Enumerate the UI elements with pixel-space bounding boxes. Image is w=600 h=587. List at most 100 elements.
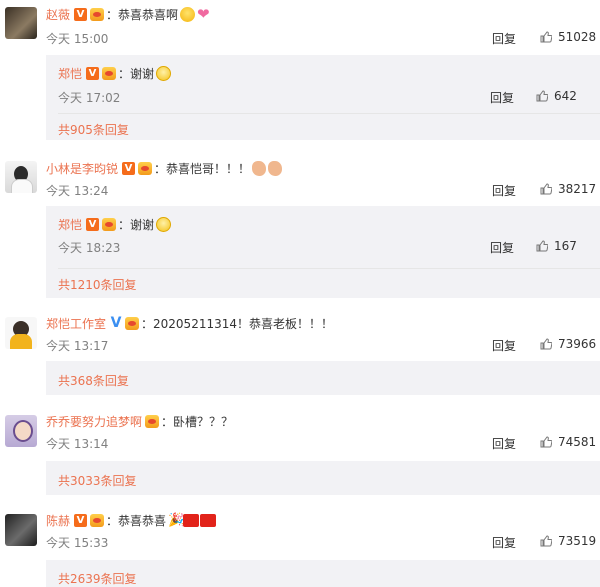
reply-button[interactable]: 回复 [492,337,516,354]
username[interactable]: 陈赫 [46,512,70,529]
like-count: 38217 [558,182,597,196]
reply-button[interactable]: 回复 [492,534,516,551]
username[interactable]: 乔乔要努力追梦啊 [46,413,142,430]
comment-time: 今天 15:33 [46,536,109,550]
reply-box: 郑恺 V ：谢谢 今天 18:23 回复 167 共1210条回复 [46,206,600,298]
party-popper-emoji-icon: 🎉 [168,512,185,528]
reply-button[interactable]: 回复 [490,89,514,106]
like-button[interactable]: 642 [536,89,577,103]
comment-item: 赵薇 V ：恭喜恭喜啊 ❤ 今天 15:00 回复 51028 郑恺 V ：谢谢… [0,4,600,144]
comment-item: 郑恺工作室 V ：20205211314！恭喜老板！！！ 今天 13:17 回复… [0,313,600,395]
more-replies-link[interactable]: 共368条回复 [58,372,129,389]
avatar[interactable] [5,514,37,546]
vip-crown-icon [90,7,105,21]
more-replies-link[interactable]: 共905条回复 [58,121,129,138]
like-count: 73519 [558,534,597,548]
comment-item: 乔乔要努力追梦啊 ：卧槽？？？ 今天 13:14 回复 74581 共3033条… [0,411,600,495]
vip-crown-icon [138,161,153,175]
verified-badge-icon: V [86,217,100,231]
like-button[interactable]: 38217 [540,182,596,196]
reply-time: 今天 17:02 [58,91,121,105]
divider [58,268,600,269]
comment-header: 郑恺工作室 V ：20205211314！恭喜老板！！！ [46,313,333,333]
vip-crown-icon [145,414,160,428]
thumbs-up-icon [540,183,552,195]
reply-box: 共2639条回复 [46,560,600,587]
smile-emoji-icon [180,6,196,22]
thumbs-up-icon [540,31,552,43]
like-button[interactable]: 167 [536,239,577,253]
username[interactable]: 赵薇 [46,6,70,23]
double-happiness-emoji-icon [183,513,200,527]
comment-time: 今天 13:14 [46,437,109,451]
comment-text: ：恭喜恭喜啊 [106,7,179,22]
like-button[interactable]: 51028 [540,30,596,44]
comment-time: 今天 13:24 [46,184,109,198]
verified-badge-icon: V [122,161,136,175]
verified-badge-icon: V [86,66,100,80]
grin-emoji-icon [156,65,172,81]
reply-button[interactable]: 回复 [492,30,516,47]
verified-badge-icon: V [74,513,88,527]
double-happiness-emoji-icon [200,513,217,527]
avatar[interactable] [5,317,37,349]
thumbs-up-icon [540,338,552,350]
reply-button[interactable]: 回复 [492,182,516,199]
thumbs-up-icon [536,240,548,252]
reply-header: 郑恺 V ：谢谢 [58,214,172,234]
reply-box: 共3033条回复 [46,461,600,495]
reply-header: 郑恺 V ：谢谢 [58,63,172,83]
more-replies-link[interactable]: 共2639条回复 [58,570,137,587]
comment-time: 今天 15:00 [46,32,109,46]
reply-username[interactable]: 郑恺 [58,216,82,233]
comment-item: 陈赫 V ：恭喜恭喜 🎉 今天 15:33 回复 73519 共2639条回复 [0,510,600,587]
like-button[interactable]: 73519 [540,534,596,548]
fist-emoji-icon [268,160,283,176]
username[interactable]: 小林是李昀锐 [46,160,118,177]
more-replies-link[interactable]: 共3033条回复 [58,472,137,489]
avatar[interactable] [5,161,37,193]
comment-header: 乔乔要努力追梦啊 ：卧槽？？？ [46,411,233,431]
reply-text: ：谢谢 [118,217,155,232]
avatar[interactable] [5,7,37,39]
comment-header: 赵薇 V ：恭喜恭喜啊 ❤ [46,4,213,24]
like-count: 73966 [558,337,597,351]
comment-item: 小林是李昀锐 V ：恭喜恺哥！！！ 今天 13:24 回复 38217 郑恺 V… [0,158,600,300]
verified-badge-icon: V [110,314,122,331]
reply-box: 郑恺 V ：谢谢 今天 17:02 回复 642 共905条回复 [46,55,600,140]
verified-badge-icon: V [74,7,88,21]
heart-emoji-icon: ❤ [197,4,210,23]
reply-username[interactable]: 郑恺 [58,65,82,82]
divider [58,113,600,114]
comment-time: 今天 13:17 [46,339,109,353]
grin-emoji-icon [156,216,172,232]
like-button[interactable]: 73966 [540,337,596,351]
reply-box: 共368条回复 [46,361,600,395]
thumbs-up-icon [540,436,552,448]
comment-text: ：恭喜恭喜 [106,513,167,528]
avatar[interactable] [5,415,37,447]
like-count: 51028 [558,30,597,44]
vip-crown-icon [102,217,117,231]
like-count: 642 [554,89,577,103]
vip-crown-icon [90,513,105,527]
comment-text: ：20205211314！恭喜老板！！！ [141,316,333,331]
username[interactable]: 郑恺工作室 [46,315,106,332]
reply-button[interactable]: 回复 [492,435,516,452]
comment-text: ：卧槽？？？ [161,414,234,429]
thumbs-up-icon [536,90,548,102]
reply-time: 今天 18:23 [58,241,121,255]
reply-text: ：谢谢 [118,66,155,81]
more-replies-link[interactable]: 共1210条回复 [58,276,137,293]
comment-text: ：恭喜恺哥！！！ [154,161,251,176]
vip-crown-icon [102,66,117,80]
comment-header: 小林是李昀锐 V ：恭喜恺哥！！！ [46,158,283,178]
fist-emoji-icon [252,160,267,176]
reply-button[interactable]: 回复 [490,239,514,256]
comment-header: 陈赫 V ：恭喜恭喜 🎉 [46,510,217,530]
like-button[interactable]: 74581 [540,435,596,449]
like-count: 74581 [558,435,597,449]
vip-crown-icon [125,316,140,330]
like-count: 167 [554,239,577,253]
thumbs-up-icon [540,535,552,547]
